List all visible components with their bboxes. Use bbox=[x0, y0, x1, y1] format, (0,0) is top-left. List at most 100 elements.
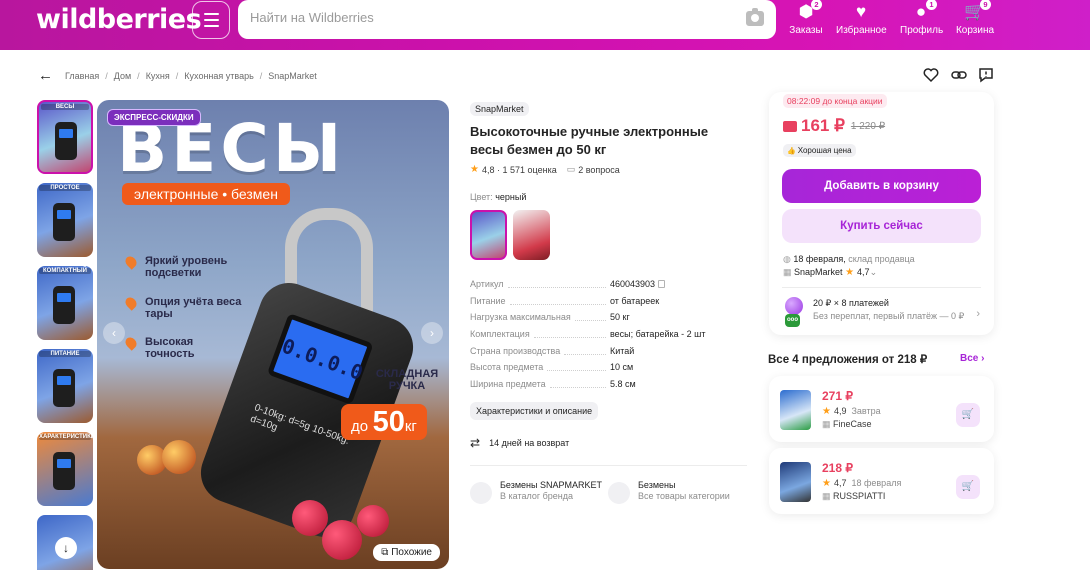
star-icon: ★ bbox=[470, 164, 479, 175]
breadcrumb-item[interactable]: SnapMarket bbox=[268, 71, 317, 81]
rating-separator: · bbox=[497, 164, 500, 175]
report-icon[interactable] bbox=[978, 67, 994, 83]
star-icon: ★ bbox=[822, 406, 831, 417]
spec-row: Артикул 460043903 bbox=[470, 279, 750, 296]
chevron-right-icon[interactable]: › bbox=[976, 308, 980, 320]
color-swatch-variant[interactable] bbox=[513, 210, 550, 260]
offer-add-to-cart-button[interactable]: 🛒 bbox=[956, 403, 980, 427]
feature-text: Опция учёта веса тары bbox=[145, 296, 242, 320]
nav-orders[interactable]: ⬢ 2 Заказы bbox=[789, 0, 823, 48]
thumbnail-list: ВЕСЫ ПРОСТОЕ КОМПАКТНЫЙ ПИТАНИЕ ХАРАКТЕР… bbox=[37, 100, 93, 570]
chevron-down-icon[interactable]: ⌄ bbox=[870, 267, 878, 277]
offer-card[interactable]: 271 ₽ ★ 4,9 Завтра ▦ FineCase 🛒 bbox=[769, 376, 994, 442]
offer-seller: ▦ RUSSPIATTI bbox=[822, 491, 885, 502]
shop-icon: ▦ bbox=[822, 491, 831, 501]
back-arrow-icon[interactable]: ← bbox=[38, 68, 53, 83]
delivery-date: 18 февраля, bbox=[793, 254, 846, 264]
thumbnail[interactable]: КОМПАКТНЫЙ bbox=[37, 266, 93, 340]
offer-rating-value: 4,9 bbox=[833, 406, 847, 416]
star-icon: ★ bbox=[822, 478, 831, 489]
nav-cart[interactable]: 🛒 9 Корзина bbox=[955, 0, 995, 48]
shop-icon: ▦ bbox=[822, 419, 831, 429]
nav-profile[interactable]: ● 1 Профиль bbox=[900, 0, 943, 48]
layers-icon bbox=[608, 482, 630, 504]
scroll-down-icon[interactable]: ↓ bbox=[55, 537, 77, 559]
raspberry-decor bbox=[292, 500, 328, 536]
questions-count[interactable]: 2 вопроса bbox=[578, 165, 620, 175]
cart-icon: 🛒 9 bbox=[964, 0, 991, 23]
search-input[interactable] bbox=[250, 10, 710, 25]
return-text: 14 дней на возврат bbox=[489, 438, 570, 448]
star-icon: ★ bbox=[845, 267, 855, 278]
raspberry-decor bbox=[357, 505, 389, 537]
camera-icon[interactable] bbox=[746, 8, 764, 26]
return-info[interactable]: ⇄ 14 дней на возврат bbox=[470, 436, 569, 450]
copy-icon[interactable] bbox=[658, 280, 666, 288]
similar-button[interactable]: ⧉ Похожие bbox=[373, 544, 440, 561]
brand-catalog-link[interactable]: Безмены SNAPMARKET В каталог бренда bbox=[470, 480, 602, 504]
shop-icon: ▦ bbox=[783, 267, 792, 277]
brand-chip[interactable]: SnapMarket bbox=[470, 102, 529, 116]
main-product-image[interactable]: ВЕСЫ ЭКСПРЕСС-СКИДКИ электронные • безме… bbox=[97, 100, 449, 569]
profile-badge: 1 bbox=[926, 0, 937, 10]
feature-item: Опция учёта веса тары bbox=[125, 296, 265, 320]
breadcrumb-item[interactable]: Кухонная утварь bbox=[184, 71, 253, 81]
installment-badge: ооо bbox=[785, 314, 800, 327]
promo-timer: 08:22:09 до конца акции bbox=[783, 94, 887, 108]
nav-orders-label: Заказы bbox=[789, 25, 823, 36]
offer-add-to-cart-button[interactable]: 🛒 bbox=[956, 475, 980, 499]
category-link[interactable]: Безмены Все товары категории bbox=[608, 480, 730, 504]
spec-value: 50 кг bbox=[610, 312, 630, 323]
spec-row: Ширина предмета 5.8 см bbox=[470, 379, 750, 396]
menu-button[interactable] bbox=[192, 1, 230, 39]
breadcrumb-item[interactable]: Кухня bbox=[146, 71, 170, 81]
thumbnail[interactable]: ПРОСТОЕ bbox=[37, 183, 93, 257]
link-title: Безмены bbox=[638, 480, 676, 490]
thumbnail[interactable]: ↓ bbox=[37, 515, 93, 570]
nav-favorites[interactable]: ♥ Избранное bbox=[836, 0, 887, 48]
spec-key: Нагрузка максимальная bbox=[470, 312, 571, 323]
breadcrumb-item[interactable]: Главная bbox=[65, 71, 99, 81]
buy-now-button[interactable]: Купить сейчас bbox=[782, 209, 981, 243]
seller-name[interactable]: SnapMarket bbox=[794, 267, 843, 277]
price-block: 161 ₽ 1 220 ₽ bbox=[783, 116, 885, 136]
spec-key: Артикул bbox=[470, 279, 504, 289]
breadcrumb-item[interactable]: Дом bbox=[114, 71, 131, 81]
article-number: 460043903 bbox=[610, 279, 656, 289]
scale-display: 0.0.0.0 bbox=[266, 313, 374, 405]
box-icon: ⬢ 2 bbox=[795, 0, 822, 23]
offer-card[interactable]: 218 ₽ ★ 4,7 18 февраля ▦ RUSSPIATTI 🛒 bbox=[769, 448, 994, 514]
thumbnail[interactable]: ПИТАНИЕ bbox=[37, 349, 93, 423]
offer-rating: ★ 4,7 18 февраля bbox=[822, 478, 901, 489]
image-subtitle: электронные • безмен bbox=[122, 183, 290, 205]
scale-image bbox=[53, 203, 75, 241]
offer-rating: ★ 4,9 Завтра bbox=[822, 406, 881, 417]
timer-suffix: до конца акции bbox=[822, 96, 883, 106]
prev-image-arrow-icon[interactable]: ‹ bbox=[103, 322, 125, 344]
installment-subtitle: Без переплат, первый платёж — 0 ₽ bbox=[813, 311, 965, 321]
link-icon[interactable] bbox=[951, 67, 967, 83]
rating-row[interactable]: ★ 4,8 · 1 571 оценка ▭ 2 вопроса bbox=[470, 164, 620, 175]
spec-key: Высота предмета bbox=[470, 362, 544, 373]
installment-offer[interactable]: ооо 20 ₽ × 8 платежей Без переплат, первы… bbox=[783, 297, 965, 327]
delivery-icon: ◍ bbox=[783, 254, 791, 264]
next-image-arrow-icon[interactable]: › bbox=[421, 322, 443, 344]
logo[interactable]: wildberries bbox=[36, 4, 202, 35]
offers-all-link[interactable]: Все › bbox=[960, 353, 984, 364]
favorite-heart-icon[interactable] bbox=[923, 67, 939, 83]
thumbnail[interactable]: ХАРАКТЕРИСТИКИ bbox=[37, 432, 93, 506]
apple-decor bbox=[162, 440, 196, 474]
thumbnail-label: ПРОСТОЕ bbox=[39, 185, 91, 191]
add-to-cart-button[interactable]: Добавить в корзину bbox=[782, 169, 981, 203]
similar-icon: ⧉ bbox=[381, 547, 389, 558]
search-bar[interactable] bbox=[238, 0, 776, 39]
spec-value: 5.8 см bbox=[610, 379, 636, 390]
link-title: Безмены SNAPMARKET bbox=[500, 480, 602, 490]
spec-value: Китай bbox=[610, 345, 635, 356]
thumbnail[interactable]: ВЕСЫ bbox=[37, 100, 93, 174]
rating-value: 4,8 bbox=[481, 164, 495, 175]
color-swatch-black[interactable] bbox=[470, 210, 507, 260]
wallet-icon bbox=[783, 120, 797, 132]
max-weight-unit: кг bbox=[404, 418, 417, 435]
characteristics-button[interactable]: Характеристики и описание bbox=[470, 402, 599, 420]
